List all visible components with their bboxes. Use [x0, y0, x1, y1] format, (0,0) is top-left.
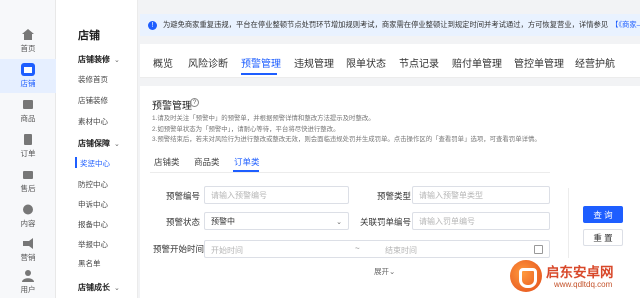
- warn-no-text[interactable]: [211, 190, 348, 200]
- rail-item-content[interactable]: 内容: [0, 199, 56, 233]
- notice-link[interactable]: 【《商家—停业整顿节点】: [611, 20, 640, 30]
- submenu-item[interactable]: 店铺装修: [78, 95, 108, 106]
- warn-type-text[interactable]: [419, 190, 549, 200]
- group-label: 店铺装修: [78, 55, 110, 64]
- rail-label: 营销: [20, 253, 36, 262]
- watermark: 启东安卓网 www.qdltdq.com: [510, 258, 638, 296]
- submenu-item[interactable]: 装修首页: [78, 74, 108, 85]
- calendar-icon: [534, 245, 543, 254]
- chevron-down-icon: ⌄: [114, 57, 120, 64]
- note-line: 3.预警结束后，若未对风险行为进行整改或整改无效，则会面临违规处罚并生成罚单。点…: [152, 136, 541, 143]
- warn-status-select[interactable]: 预警中 ⌄: [204, 212, 349, 230]
- active-tab-underline: [241, 73, 277, 75]
- actions-divider: [568, 188, 569, 258]
- tab-overview[interactable]: 概览: [153, 55, 173, 70]
- info-icon: !: [148, 20, 157, 30]
- chevron-down-icon: ⌄: [114, 141, 120, 148]
- user-icon: [21, 269, 35, 282]
- page-title: 预警管理: [152, 101, 192, 112]
- subtab-order[interactable]: 订单类: [234, 156, 260, 168]
- penalty-no-label: 关联罚单编号: [360, 217, 412, 227]
- warn-no-label: 预警编号: [166, 191, 201, 201]
- rail-item-user[interactable]: 用户: [0, 265, 56, 298]
- subtab-divider: [150, 172, 550, 173]
- watermark-name: 启东安卓网: [546, 265, 614, 280]
- warn-type-input[interactable]: [412, 186, 550, 204]
- rail-item-shop[interactable]: 店铺: [0, 59, 56, 93]
- subtab-goods[interactable]: 商品类: [194, 156, 220, 168]
- shop-icon: [21, 63, 35, 76]
- range-start[interactable]: 开始时间: [211, 245, 243, 256]
- aftersale-icon: [21, 168, 35, 181]
- tab-warning-management[interactable]: 预警管理: [241, 55, 281, 70]
- submenu-group-growth[interactable]: 店铺成长 ⌄: [78, 282, 120, 293]
- submenu-group-decoration[interactable]: 店铺装修 ⌄: [78, 54, 120, 65]
- active-indicator: [75, 157, 77, 168]
- marketing-icon: [21, 237, 35, 250]
- submenu-item[interactable]: 素材中心: [78, 116, 108, 127]
- primary-nav-rail: 首页 店铺 商品 订单 售后 内容 营销 用户: [0, 0, 56, 298]
- warn-status-value: 预警中: [211, 216, 235, 226]
- group-label: 店铺保障: [78, 139, 110, 148]
- rail-label: 店铺: [20, 79, 36, 88]
- rail-label: 内容: [20, 219, 36, 228]
- submenu-item[interactable]: 防控中心: [78, 179, 108, 190]
- submenu-item[interactable]: 黑名单: [78, 258, 101, 269]
- help-icon[interactable]: ?: [190, 98, 199, 107]
- rail-label: 商品: [20, 114, 36, 123]
- expand-toggle[interactable]: 展开⌄: [374, 266, 395, 277]
- tab-order-limit-status[interactable]: 限单状态: [346, 55, 386, 70]
- start-time-label: 预警开始时间: [153, 244, 205, 254]
- tab-node-records[interactable]: 节点记录: [399, 55, 439, 70]
- rail-label: 首页: [20, 44, 36, 53]
- warn-status-label: 预警状态: [166, 217, 201, 227]
- order-icon: [21, 133, 35, 146]
- rail-item-order[interactable]: 订单: [0, 129, 56, 163]
- home-icon: [21, 28, 35, 41]
- tab-control-orders[interactable]: 管控单管理: [514, 55, 564, 70]
- submenu-group-guarantee[interactable]: 店铺保障 ⌄: [78, 138, 120, 149]
- penalty-no-input[interactable]: [412, 212, 550, 230]
- range-end[interactable]: 结束时间: [385, 245, 417, 256]
- subtab-shop[interactable]: 店铺类: [154, 156, 180, 168]
- rail-label: 售后: [20, 184, 36, 193]
- penalty-no-text[interactable]: [419, 216, 549, 226]
- tab-compensation[interactable]: 赔付单管理: [452, 55, 502, 70]
- chevron-down-icon: ⌄: [336, 219, 342, 226]
- rail-item-home[interactable]: 首页: [0, 24, 56, 58]
- rail-item-aftersale[interactable]: 售后: [0, 164, 56, 198]
- submenu-item[interactable]: 报备中心: [78, 219, 108, 230]
- submenu-item[interactable]: 申诉中心: [78, 199, 108, 210]
- note-line: 1.请及时关注「预警中」的预警单，并根据预警详情和整改方法提示及时整改。: [152, 115, 375, 122]
- note-line: 2.如预警单状态为「预警中」，请耐心等待，平台将尽快进行整改。: [152, 126, 340, 133]
- tab-violation-management[interactable]: 违规管理: [294, 55, 334, 70]
- rail-item-marketing[interactable]: 营销: [0, 233, 56, 267]
- chevron-down-icon: ⌄: [114, 285, 120, 292]
- notice-banner: ! 为避免商家重复违规，平台在停业整顿节点处罚环节增加规则考试，商家需在停业整顿…: [140, 14, 640, 36]
- rail-item-goods[interactable]: 商品: [0, 94, 56, 128]
- watermark-url: www.qdltdq.com: [554, 280, 613, 289]
- rail-label: 订单: [20, 149, 36, 158]
- warn-type-label: 预警类型: [377, 191, 412, 201]
- warn-no-input[interactable]: [204, 186, 349, 204]
- goods-icon: [21, 98, 35, 111]
- submenu-item-active[interactable]: 奖惩中心: [80, 158, 110, 169]
- query-button[interactable]: 查 询: [583, 206, 623, 223]
- warn-time-range[interactable]: 开始时间 ~ 结束时间: [204, 240, 550, 258]
- tab-risk-diagnosis[interactable]: 风险诊断: [188, 55, 228, 70]
- range-separator: ~: [355, 244, 360, 253]
- tab-business-escort[interactable]: 经营护航: [575, 55, 615, 70]
- shop-submenu: [56, 0, 138, 298]
- active-subtab-underline: [233, 170, 259, 172]
- rail-label: 用户: [20, 285, 36, 294]
- submenu-item[interactable]: 举报中心: [78, 239, 108, 250]
- notice-text: 为避免商家重复违规，平台在停业整顿节点处罚环节增加规则考试，商家需在停业整顿让到…: [163, 20, 609, 29]
- reset-button[interactable]: 重 置: [583, 229, 623, 246]
- group-label: 店铺成长: [78, 283, 110, 292]
- watermark-logo-icon: [510, 260, 542, 292]
- content-icon: [21, 203, 35, 216]
- submenu-title: 店铺: [78, 30, 100, 42]
